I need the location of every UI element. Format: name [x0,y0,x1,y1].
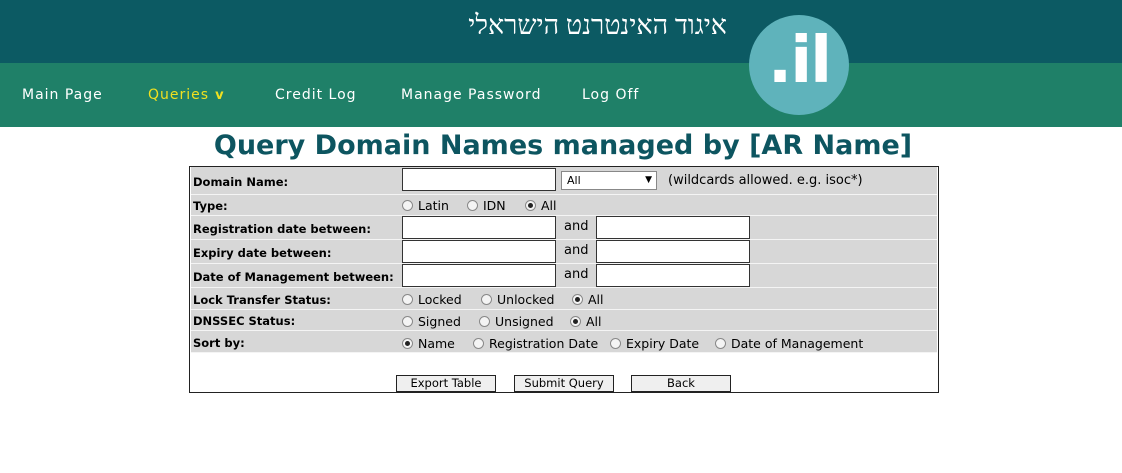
type-all-radio[interactable]: All [525,198,557,213]
sort-registration-date-radio[interactable]: Registration Date [473,336,598,351]
export-table-button[interactable]: Export Table [396,375,496,392]
nav-main-page[interactable]: Main Page [22,87,103,103]
radio-selected-icon [402,338,413,349]
radio-label: Latin [418,198,449,213]
radio-label: Name [418,336,455,351]
row-sort-by: Sort by: Name Registration Date Expiry D… [191,331,937,353]
query-form: Domain Name: All ▼ (wildcards allowed. e… [189,166,939,393]
type-idn-radio[interactable]: IDN [467,198,506,213]
chevron-down-icon: v [215,88,225,103]
nav-manage-password[interactable]: Manage Password [401,87,541,103]
nav-credit-log[interactable]: Credit Log [275,87,357,103]
registration-date-to-input[interactable] [596,216,750,239]
type-label: Type: [193,199,228,213]
radio-selected-icon [570,316,581,327]
domain-scope-value: All [567,174,581,187]
lock-locked-radio[interactable]: Locked [402,292,462,307]
domain-name-label: Domain Name: [193,175,289,189]
nav-log-off[interactable]: Log Off [582,87,639,103]
management-date-label: Date of Management between: [193,270,394,284]
nav-queries[interactable]: Queries v [148,87,225,103]
row-domain-name: Domain Name: All ▼ (wildcards allowed. e… [191,167,937,195]
radio-label: All [541,198,557,213]
type-latin-radio[interactable]: Latin [402,198,449,213]
radio-label: Locked [418,292,462,307]
radio-label: Expiry Date [626,336,700,351]
radio-label: All [588,292,604,307]
radio-selected-icon [525,200,536,211]
expiry-date-to-input[interactable] [596,240,750,263]
wildcard-hint: (wildcards allowed. e.g. isoc*) [668,173,863,188]
radio-icon [715,338,726,349]
lock-unlocked-radio[interactable]: Unlocked [481,292,554,307]
radio-icon [402,200,413,211]
radio-icon [473,338,484,349]
submit-query-button[interactable]: Submit Query [514,375,614,392]
il-logo: .il [749,15,849,115]
nav-queries-label: Queries [148,87,210,103]
radio-icon [479,316,490,327]
registration-date-from-input[interactable] [402,216,556,239]
radio-label: IDN [483,198,506,213]
radio-label: Unsigned [495,314,554,329]
row-management-date: Date of Management between: and [191,264,937,288]
radio-icon [467,200,478,211]
management-date-to-input[interactable] [596,264,750,287]
lock-transfer-label: Lock Transfer Status: [193,293,331,307]
lock-all-radio[interactable]: All [572,292,604,307]
sort-by-label: Sort by: [193,336,245,350]
row-dnssec: DNSSEC Status: Signed Unsigned All [191,310,937,331]
org-name: איגוד האינטרנט הישראלי [468,10,727,40]
sort-management-date-radio[interactable]: Date of Management [715,336,863,351]
dnssec-signed-radio[interactable]: Signed [402,314,461,329]
and-label: and [564,243,589,258]
radio-label: Registration Date [489,336,599,351]
expiry-date-from-input[interactable] [402,240,556,263]
radio-label: Signed [418,314,461,329]
management-date-from-input[interactable] [402,264,556,287]
domain-name-input[interactable] [402,168,556,191]
domain-scope-select[interactable]: All ▼ [561,171,657,190]
radio-icon [402,294,413,305]
radio-selected-icon [572,294,583,305]
sort-expiry-date-radio[interactable]: Expiry Date [610,336,699,351]
sort-name-radio[interactable]: Name [402,336,455,351]
row-registration-date: Registration date between: and [191,216,937,240]
expiry-date-label: Expiry date between: [193,246,332,260]
and-label: and [564,219,589,234]
nav-bar: Main Page Queries v Credit Log Manage Pas… [0,63,1122,127]
header-top-bar: איגוד האינטרנט הישראלי [0,0,1122,63]
page-title: Query Domain Names managed by [AR Name] [213,130,913,161]
dnssec-unsigned-radio[interactable]: Unsigned [479,314,554,329]
row-type: Type: Latin IDN All [191,195,937,216]
and-label: and [564,267,589,282]
dnssec-all-radio[interactable]: All [570,314,602,329]
radio-icon [481,294,492,305]
registration-date-label: Registration date between: [193,222,371,236]
dnssec-label: DNSSEC Status: [193,314,296,328]
radio-label: All [586,314,602,329]
radio-icon [610,338,621,349]
dropdown-arrow-icon: ▼ [645,175,652,185]
radio-icon [402,316,413,327]
logo-text: .il [767,24,832,98]
back-button[interactable]: Back [631,375,731,392]
row-expiry-date: Expiry date between: and [191,240,937,264]
row-lock-transfer: Lock Transfer Status: Locked Unlocked Al… [191,288,937,310]
radio-label: Date of Management [731,336,864,351]
radio-label: Unlocked [497,292,555,307]
